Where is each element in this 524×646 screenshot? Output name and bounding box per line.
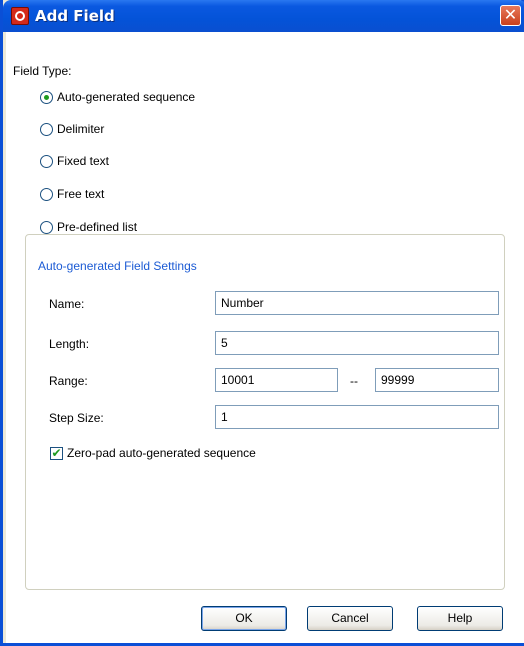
app-icon (11, 7, 29, 25)
dialog-title: Add Field (35, 7, 115, 25)
step-size-label: Step Size: (49, 411, 104, 425)
close-icon[interactable]: ✕ (500, 5, 521, 26)
radio-label-pre-defined-list[interactable]: Pre-defined list (57, 220, 137, 234)
radio-auto-generated-sequence[interactable] (40, 91, 53, 104)
step-size-input[interactable]: 1 (215, 405, 499, 429)
name-input[interactable]: Number (215, 291, 499, 315)
range-label: Range: (49, 374, 88, 388)
radio-label-delimiter[interactable]: Delimiter (57, 122, 104, 136)
title-bar[interactable]: Add Field ✕ (3, 0, 524, 32)
zero-pad-checkbox[interactable]: ✔ (50, 447, 63, 460)
range-separator: -- (350, 374, 358, 388)
settings-group-title: Auto-generated Field Settings (35, 259, 200, 273)
radio-fixed-text[interactable] (40, 155, 53, 168)
name-label: Name: (49, 297, 85, 311)
add-field-dialog: Add Field ✕ Field Type: Auto-generated s… (0, 0, 524, 646)
field-type-label: Field Type: (13, 64, 72, 78)
length-input[interactable]: 5 (215, 331, 499, 355)
radio-label-auto-generated-sequence[interactable]: Auto-generated sequence (57, 90, 195, 104)
ok-button[interactable]: OK (201, 606, 287, 631)
cancel-button[interactable]: Cancel (307, 606, 393, 631)
radio-delimiter[interactable] (40, 123, 53, 136)
zero-pad-label[interactable]: Zero-pad auto-generated sequence (67, 446, 256, 460)
length-label: Length: (49, 337, 90, 351)
radio-label-free-text[interactable]: Free text (57, 187, 104, 201)
help-button[interactable]: Help (417, 606, 503, 631)
range-to-input[interactable]: 99999 (375, 368, 499, 392)
radio-label-fixed-text[interactable]: Fixed text (57, 154, 109, 168)
radio-pre-defined-list[interactable] (40, 221, 53, 234)
radio-free-text[interactable] (40, 188, 53, 201)
range-from-input[interactable]: 10001 (215, 368, 338, 392)
